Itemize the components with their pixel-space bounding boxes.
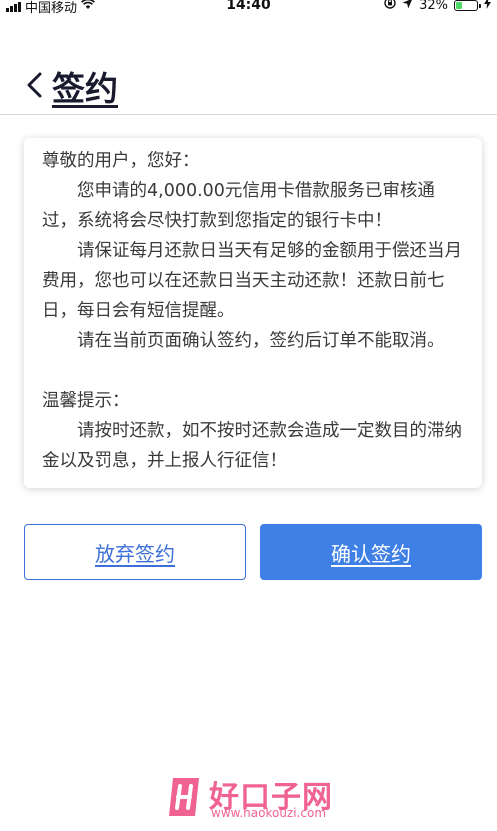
tip-title: 温馨提示：	[42, 391, 130, 411]
location-icon	[402, 0, 413, 13]
repayment-paragraph: 请保证每月还款日当天有足够的金额用于偿还当月费用，您也可以在还款日当天主动还款！…	[42, 241, 462, 321]
tip-text: 请按时还款，如不按时还款会造成一定数目的滞纳金以及罚息，并上报人行征信！	[42, 421, 462, 471]
confirm-contract-button[interactable]: 确认签约	[260, 524, 482, 580]
reject-contract-button[interactable]: 放弃签约	[24, 524, 246, 580]
header-divider	[0, 114, 497, 115]
watermark: 好口子网 www.haokouzi.com	[165, 774, 335, 822]
greeting-text: 尊敬的用户，您好：	[42, 151, 200, 171]
notice-card: 尊敬的用户，您好： 您申请的4,000.00元信用卡借款服务已审核通过，系统将会…	[24, 138, 482, 488]
battery-icon	[454, 0, 481, 11]
watermark-logo-icon	[169, 778, 199, 816]
page-title: 签约	[52, 69, 118, 108]
nav-header: 签约	[0, 58, 497, 114]
rotation-lock-icon	[384, 0, 396, 13]
confirm-paragraph: 请在当前页面确认签约，签约后订单不能取消。	[77, 331, 445, 351]
watermark-url: www.haokouzi.com	[211, 806, 327, 820]
back-chevron-icon[interactable]	[24, 70, 48, 100]
charging-icon	[484, 0, 491, 13]
battery-percent: 32%	[419, 0, 448, 13]
status-right: 32%	[384, 0, 491, 13]
status-bar: 中国移动 14:40 32%	[0, 0, 497, 16]
approval-paragraph: 您申请的4,000.00元信用卡借款服务已审核通过，系统将会尽快打款到您指定的银…	[42, 181, 435, 231]
